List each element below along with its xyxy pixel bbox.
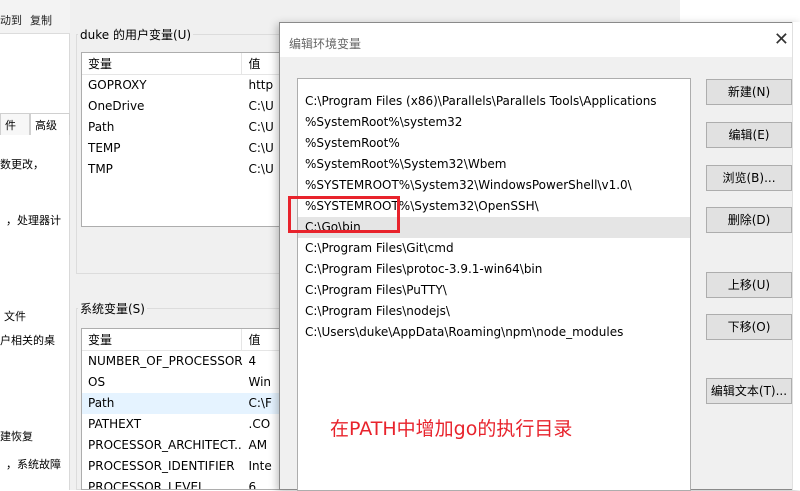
list-item[interactable]: %SYSTEMROOT%\System32\WindowsPowerShell\… [298,175,690,196]
user-vars-label: duke 的用户变量(U) [78,26,194,43]
table-row[interactable]: TEMP C:\U [82,138,300,159]
var-name: OS [88,375,106,389]
list-item[interactable]: C:\Program Files\protoc-3.9.1-win64\bin [298,259,690,280]
left-text: 文件 [4,310,26,323]
var-name: PROCESSOR_LEVEL [88,480,205,490]
left-text: 数更改， [0,158,44,171]
table-row[interactable]: NUMBER_OF_PROCESSORS 4 [82,351,300,372]
left-text: ，处理器计 [6,214,61,227]
left-tab-advanced[interactable]: 高级 [30,113,70,135]
table-row-selected[interactable]: Path C:\F [82,393,300,414]
left-text: 户相关的桌 [0,334,55,347]
var-name: PATHEXT [88,417,142,431]
left-text: ，系统故障 [6,458,61,471]
table-row[interactable]: TMP C:\U [82,159,300,180]
list-item[interactable]: C:\Program Files\PuTTY\ [298,280,690,301]
system-vars-list[interactable]: 变量 值 NUMBER_OF_PROCESSORS 4 OS Win Path C:\… [81,328,301,490]
window-edge [792,22,800,490]
table-row[interactable]: PATHEXT .CO [82,414,300,435]
var-name: GOPROXY [88,78,147,92]
left-tab-files[interactable]: 件 [0,113,30,135]
var-name: Path [88,120,115,134]
move-to-button[interactable]: 动到 [0,12,22,28]
delete-button[interactable]: 删除(D) [706,207,792,233]
list-item[interactable]: %SystemRoot% [298,133,690,154]
dialog-titlebar[interactable]: 编辑环境变量 ✕ [280,23,799,57]
list-item[interactable]: C:\Users\duke\AppData\Roaming\npm\node_m… [298,322,690,343]
var-name: PROCESSOR_ARCHITECT... [88,438,243,452]
list-item[interactable]: %SystemRoot%\system32 [298,112,690,133]
left-toolbar: 动到 复制 [0,0,70,34]
system-vars-label: 系统变量(S) [78,300,147,317]
table-row[interactable]: PROCESSOR_IDENTIFIER Inte [82,456,300,477]
move-down-button[interactable]: 下移(O) [706,314,792,340]
copy-to-button[interactable]: 复制 [30,12,52,28]
list-item[interactable]: C:\Program Files\nodejs\ [298,301,690,322]
list-item[interactable]: %SystemRoot%\System32\Wbem [298,154,690,175]
list-item[interactable]: C:\Program Files (x86)\Parallels\Paralle… [298,91,690,112]
table-row[interactable]: OneDrive C:\U [82,96,300,117]
table-row[interactable]: PROCESSOR_ARCHITECT... AM [82,435,300,456]
user-vars-list[interactable]: 变量 值 GOPROXY http OneDrive C:\U Path C:\U T… [81,52,301,227]
var-name: TMP [88,162,113,176]
close-icon[interactable]: ✕ [774,29,789,50]
browse-button[interactable]: 浏览(B)... [706,165,792,191]
move-up-button[interactable]: 上移(U) [706,272,792,298]
list-top-padding [298,79,690,91]
highlight-box [288,196,400,233]
column-header-variable[interactable]: 变量 [82,329,243,351]
var-name: OneDrive [88,99,145,113]
left-text: 建恢复 [0,430,33,443]
var-name: TEMP [88,141,121,155]
dialog-title: 编辑环境变量 [289,37,362,51]
var-name: PROCESSOR_IDENTIFIER [88,459,235,473]
edit-button[interactable]: 编辑(E) [706,122,792,148]
background-window [0,0,70,490]
new-button[interactable]: 新建(N) [706,79,792,105]
var-name: NUMBER_OF_PROCESSORS [88,354,243,368]
var-name: Path [88,396,115,410]
column-header-variable[interactable]: 变量 [82,53,243,75]
edit-text-button[interactable]: 编辑文本(T)... [706,378,792,404]
table-row[interactable]: OS Win [82,372,300,393]
table-row[interactable]: PROCESSOR_LEVEL 6 [82,477,300,490]
annotation-text: 在PATH中增加go的执行目录 [330,418,573,440]
table-row[interactable]: GOPROXY http [82,75,300,96]
list-item[interactable]: C:\Program Files\Git\cmd [298,238,690,259]
table-row[interactable]: Path C:\U [82,117,300,138]
